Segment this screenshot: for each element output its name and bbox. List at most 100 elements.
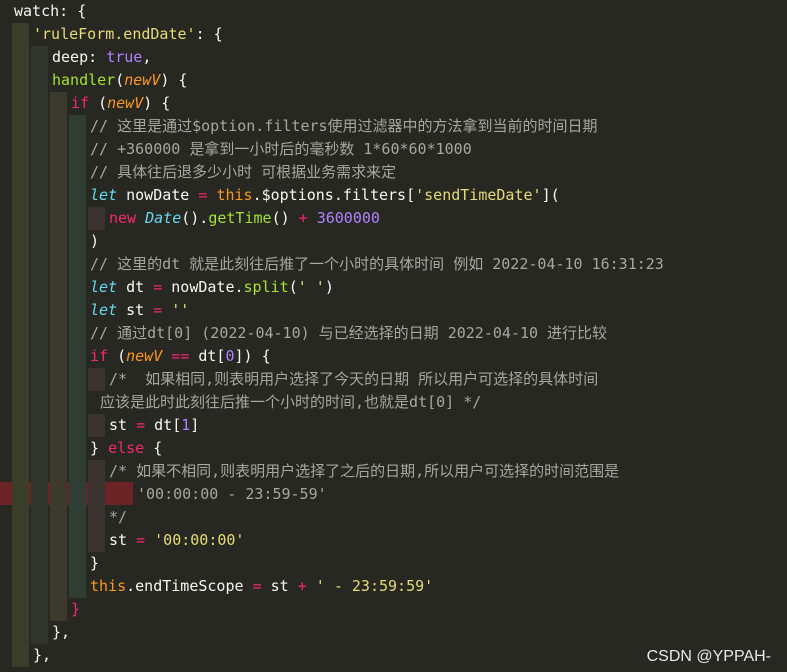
code-line: */: [0, 506, 787, 529]
indent-guide: [12, 621, 29, 644]
indent-guide: [88, 414, 105, 437]
line-text: // +360000 是拿到一小时后的毫秒数 1*60*60*1000: [90, 138, 472, 161]
indent-guide: [50, 345, 67, 368]
line-text: let nowDate = this.$options.filters['sen…: [90, 184, 560, 207]
code-token: Date: [145, 209, 182, 227]
indent-guide: [12, 207, 29, 230]
indent-guide: [69, 184, 86, 207]
code-token: true: [106, 48, 143, 66]
indent-guide: [31, 414, 48, 437]
code-token: =: [153, 301, 163, 319]
code-token: 0: [225, 347, 235, 365]
indent-guide: [88, 460, 105, 483]
indent-guide: [31, 598, 48, 621]
line-text: '00:00:00 - 23:59-59': [137, 483, 327, 506]
line-text: // 这里是通过$option.filters使用过滤器中的方法拿到当前的时间日…: [90, 115, 598, 138]
indent-guide: [12, 138, 29, 161]
code-token: nowDate: [117, 186, 199, 204]
code-token: handler: [52, 71, 116, 89]
indent-guide: [12, 276, 29, 299]
code-token: else: [108, 439, 145, 457]
indent-guide: [69, 322, 86, 345]
code-line: this.endTimeScope = st + ' - 23:59:59': [0, 575, 787, 598]
code-token: // 这里是通过$option.filters使用过滤器中的方法拿到当前的时间日…: [90, 117, 598, 135]
line-text: this.endTimeScope = st + ' - 23:59:59': [90, 575, 433, 598]
indent-guide: [50, 92, 67, 115]
code-line: // 具体往后退多少小时 可根据业务需求来定: [0, 161, 787, 184]
code-token: ]) {: [234, 347, 271, 365]
indent-guide: [69, 391, 86, 414]
indent-guide: [69, 483, 86, 506]
indent-guide: [50, 391, 67, 414]
code-line: watch: {: [0, 0, 787, 23]
code-token: if: [71, 94, 90, 112]
indent-guide: [88, 368, 105, 391]
indent-guide: [69, 345, 86, 368]
code-token: st: [261, 577, 298, 595]
indent-guide: [31, 276, 48, 299]
indent-guide: [31, 161, 48, 184]
code-token: }: [90, 554, 100, 572]
code-token: // 这里的dt 就是此刻往后推了一个小时的具体时间 例如 2022-04-10…: [90, 255, 664, 273]
indent-guide: [12, 23, 29, 46]
indent-guide: [12, 391, 29, 414]
indent-guide: [31, 138, 48, 161]
indent-guide: [69, 276, 86, 299]
code-token: '': [171, 301, 190, 319]
code-line: new Date().getTime() + 3600000: [0, 207, 787, 230]
line-text: /* 如果相同,则表明用户选择了今天的日期 所以用户可选择的具体时间: [109, 368, 598, 391]
code-token: this: [216, 186, 253, 204]
indent-guide: [12, 322, 29, 345]
code-line: 应该是此时此刻往后推一个小时的时间,也就是dt[0] */: [0, 391, 787, 414]
indent-guide: [31, 552, 48, 575]
indent-guide: [12, 483, 29, 506]
code-token: (: [108, 347, 127, 365]
indent-guide: [31, 460, 48, 483]
code-token: new: [109, 209, 137, 227]
code-token: =: [136, 531, 146, 549]
code-line: /* 如果相同,则表明用户选择了今天的日期 所以用户可选择的具体时间: [0, 368, 787, 391]
indent-guide: [69, 230, 86, 253]
code-token: // +360000 是拿到一小时后的毫秒数 1*60*60*1000: [90, 140, 472, 158]
line-text: let dt = nowDate.split(' '): [90, 276, 334, 299]
code-line: // 这里的dt 就是此刻往后推了一个小时的具体时间 例如 2022-04-10…: [0, 253, 787, 276]
line-text: }: [90, 552, 99, 575]
indent-guide: [12, 598, 29, 621]
code-editor[interactable]: watch: {'ruleForm.endDate': {deep: true,…: [0, 0, 787, 672]
indent-guide: [12, 644, 29, 667]
code-token: {: [144, 439, 163, 457]
indent-guide: [12, 529, 29, 552]
indent-guide: [31, 92, 48, 115]
indent-guide: [31, 391, 48, 414]
line-text: // 通过dt[0] (2022-04-10) 与已经选择的日期 2022-04…: [90, 322, 607, 345]
indent-guide: [50, 414, 67, 437]
code-token: ' - 23:59:59': [315, 577, 434, 595]
code-token: ]: [190, 416, 200, 434]
code-token: /* 如果不相同,则表明用户选择了之后的日期,所以用户可选择的时间范围是: [109, 462, 620, 480]
indent-guide: [31, 299, 48, 322]
indent-guide: [12, 575, 29, 598]
code-token: (: [89, 94, 108, 112]
code-token: ,: [142, 48, 152, 66]
code-line: }: [0, 598, 787, 621]
indent-guide: [12, 69, 29, 92]
line-text: let st = '': [90, 299, 189, 322]
code-line: handler(newV) {: [0, 69, 787, 92]
indent-guide: [50, 460, 67, 483]
indent-guide: [50, 322, 67, 345]
code-line: deep: true,: [0, 46, 787, 69]
code-token: +: [297, 577, 307, 595]
line-text: */: [109, 506, 127, 529]
indent-guide: [12, 46, 29, 69]
code-token: (: [288, 278, 298, 296]
code-token: this: [90, 577, 127, 595]
code-token: 'sendTimeDate': [415, 186, 542, 204]
indent-guide: [31, 207, 48, 230]
code-line: let nowDate = this.$options.filters['sen…: [0, 184, 787, 207]
indent-guide: [69, 138, 86, 161]
